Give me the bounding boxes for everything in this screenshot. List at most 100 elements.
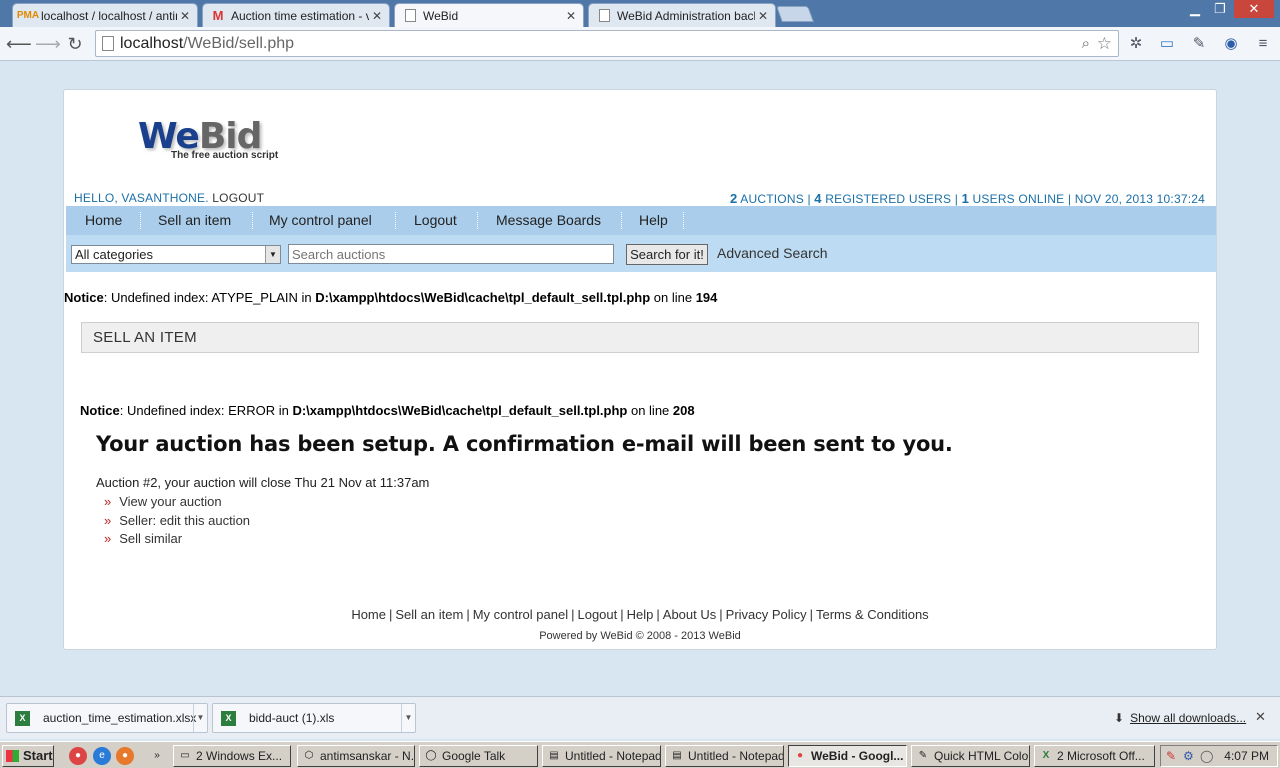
page-title: SELL AN ITEM: [81, 322, 1199, 353]
online-count: 1: [961, 191, 969, 206]
tab-webid-admin[interactable]: WeBid Administration back-en ✕: [588, 3, 776, 27]
forward-icon[interactable]: ⟶: [35, 33, 61, 55]
new-tab-button[interactable]: [776, 6, 814, 22]
taskbar-item[interactable]: ⬡ antimsanskar - N...: [297, 745, 415, 767]
edit-auction-link[interactable]: Seller: edit this auction: [119, 513, 250, 528]
close-icon[interactable]: ✕: [755, 9, 771, 23]
logo-tagline: The free auction script: [171, 150, 279, 161]
footer-link-logout[interactable]: Logout: [577, 607, 617, 622]
tab-phpmyadmin[interactable]: PMA localhost / localhost / antimsa ✕: [12, 3, 198, 27]
eyedropper-icon: ✎: [918, 750, 928, 761]
extension-globe-icon[interactable]: ◉: [1220, 34, 1242, 54]
close-icon[interactable]: ✕: [1255, 709, 1266, 725]
nav-message-boards[interactable]: Message Boards: [496, 206, 601, 235]
gmail-icon: M: [212, 8, 224, 23]
folder-icon[interactable]: ▭: [1156, 34, 1178, 54]
folder-icon: ▭: [180, 750, 190, 761]
taskbar-item[interactable]: ● WeBid - Googl...: [788, 745, 907, 767]
header-logout-link[interactable]: LOGOUT: [212, 191, 264, 205]
view-auction-link[interactable]: View your auction: [119, 494, 221, 509]
overflow-chevron-icon[interactable]: »: [148, 747, 166, 765]
chat-bubble-icon: ◯: [425, 750, 437, 761]
download-item[interactable]: X auction_time_estimation.xlsx ▼: [6, 703, 208, 733]
reload-icon[interactable]: ↻: [64, 33, 86, 55]
footer-link-terms[interactable]: Terms & Conditions: [816, 607, 929, 622]
footer-link-control-panel[interactable]: My control panel: [473, 607, 568, 622]
chrome-icon[interactable]: ●: [69, 747, 87, 765]
download-item[interactable]: X bidd-auct (1).xls ▼: [212, 703, 416, 733]
extension-bug-icon[interactable]: ✲: [1125, 34, 1147, 54]
chevron-down-icon[interactable]: ▼: [193, 704, 207, 732]
nav-separator: [683, 212, 684, 229]
advanced-search-link[interactable]: Advanced Search: [717, 245, 828, 261]
eyedropper-icon[interactable]: ✎: [1188, 34, 1210, 54]
address-bar[interactable]: localhost/WeBid/sell.php ⌕ ☆: [95, 30, 1119, 57]
search-bar: All categories ▼ Search for it! Advanced…: [66, 235, 1216, 272]
online-label: USERS ONLINE: [972, 192, 1065, 206]
restore-icon[interactable]: ❐: [1208, 0, 1232, 18]
search-input[interactable]: [288, 244, 614, 264]
start-button[interactable]: Start: [2, 745, 54, 767]
sell-similar-link[interactable]: Sell similar: [119, 531, 182, 546]
nav-separator: [477, 212, 478, 229]
taskbar-item[interactable]: ◯ Google Talk: [419, 745, 538, 767]
close-icon[interactable]: ✕: [177, 9, 193, 23]
auctions-count: 2: [729, 191, 738, 206]
tray-app-icon[interactable]: ✎: [1166, 746, 1176, 766]
footer-link-about[interactable]: About Us: [663, 607, 716, 622]
show-all-downloads-link[interactable]: ⬇ Show all downloads...: [1114, 711, 1246, 725]
footer-link-privacy[interactable]: Privacy Policy: [726, 607, 807, 622]
nav-sell-an-item[interactable]: Sell an item: [158, 206, 231, 235]
close-icon[interactable]: ✕: [563, 9, 579, 23]
taskbar-item[interactable]: ✎ Quick HTML Colo...: [911, 745, 1030, 767]
chat-bubble-icon[interactable]: ◯: [1200, 746, 1213, 766]
site-stats: 2 AUCTIONS | 4 REGISTERED USERS | 1 USER…: [729, 191, 1205, 206]
users-label: REGISTERED USERS: [825, 192, 952, 206]
list-item: » Seller: edit this auction: [104, 513, 250, 532]
menu-icon[interactable]: ≡: [1252, 34, 1274, 54]
webid-logo[interactable]: WeBid The free auction script: [128, 116, 278, 162]
nav-my-control-panel[interactable]: My control panel: [269, 206, 372, 235]
download-shelf: X auction_time_estimation.xlsx ▼ X bidd-…: [0, 696, 1280, 739]
excel-file-icon: X: [15, 711, 30, 726]
phpmyadmin-icon: PMA: [16, 10, 40, 21]
nav-logout[interactable]: Logout: [414, 206, 457, 235]
taskbar-item[interactable]: X2 Microsoft Off...: [1034, 745, 1155, 767]
confirmation-message: Your auction has been setup. A confirmat…: [96, 432, 953, 456]
zoom-icon[interactable]: ⌕: [1082, 31, 1090, 56]
powered-by: Powered by WeBid © 2008 - 2013 WeBid: [539, 630, 741, 642]
footer-link-help[interactable]: Help: [627, 607, 654, 622]
taskbar-item[interactable]: ▤ Untitled - Notepad: [542, 745, 661, 767]
firefox-icon[interactable]: ●: [116, 747, 134, 765]
back-icon[interactable]: ⟵: [6, 33, 32, 55]
excel-icon: X: [1042, 750, 1050, 761]
chevron-down-icon[interactable]: ▼: [265, 246, 280, 263]
ie-icon[interactable]: e: [93, 747, 111, 765]
footer-nav: Home | Sell an item | My control panel | Logou…: [351, 607, 929, 622]
nav-help[interactable]: Help: [639, 206, 668, 235]
footer-link-home[interactable]: Home: [351, 607, 386, 622]
chevron-down-icon[interactable]: ▼: [401, 704, 415, 732]
bookmark-star-icon[interactable]: ☆: [1097, 31, 1112, 56]
chrome-icon: ●: [796, 750, 804, 761]
tab-gmail[interactable]: M Auction time estimation - vas ✕: [202, 3, 390, 27]
taskbar-item[interactable]: ▤ Untitled - Notepad: [665, 745, 784, 767]
close-icon[interactable]: ✕: [369, 9, 385, 23]
tab-webid[interactable]: WeBid ✕: [394, 3, 584, 27]
category-select[interactable]: All categories ▼: [71, 245, 281, 264]
browser-tab-strip: PMA localhost / localhost / antimsa ✕ M …: [0, 0, 1280, 27]
php-notice: Notice: Undefined index: ERROR in D:\xam…: [80, 403, 695, 418]
nav-separator: [621, 212, 622, 229]
notepad-icon: ▤: [672, 750, 682, 761]
nav-home[interactable]: Home: [85, 206, 122, 235]
taskbar-item[interactable]: ▭ 2 Windows Ex...: [173, 745, 291, 767]
window-close-icon[interactable]: ✕: [1234, 0, 1274, 18]
auction-links: » View your auction » Seller: edit this au…: [104, 494, 250, 550]
minimize-icon[interactable]: ▁: [1184, 0, 1206, 18]
bullet-icon: »: [104, 512, 112, 528]
page-container: WeBid The free auction script HELLO, VAS…: [63, 89, 1217, 650]
network-icon[interactable]: ⚙: [1183, 746, 1194, 766]
search-button[interactable]: Search for it!: [626, 244, 708, 265]
footer-link-sell[interactable]: Sell an item: [395, 607, 463, 622]
user-greeting: HELLO, VASANTHONE. LOGOUT: [74, 191, 264, 205]
